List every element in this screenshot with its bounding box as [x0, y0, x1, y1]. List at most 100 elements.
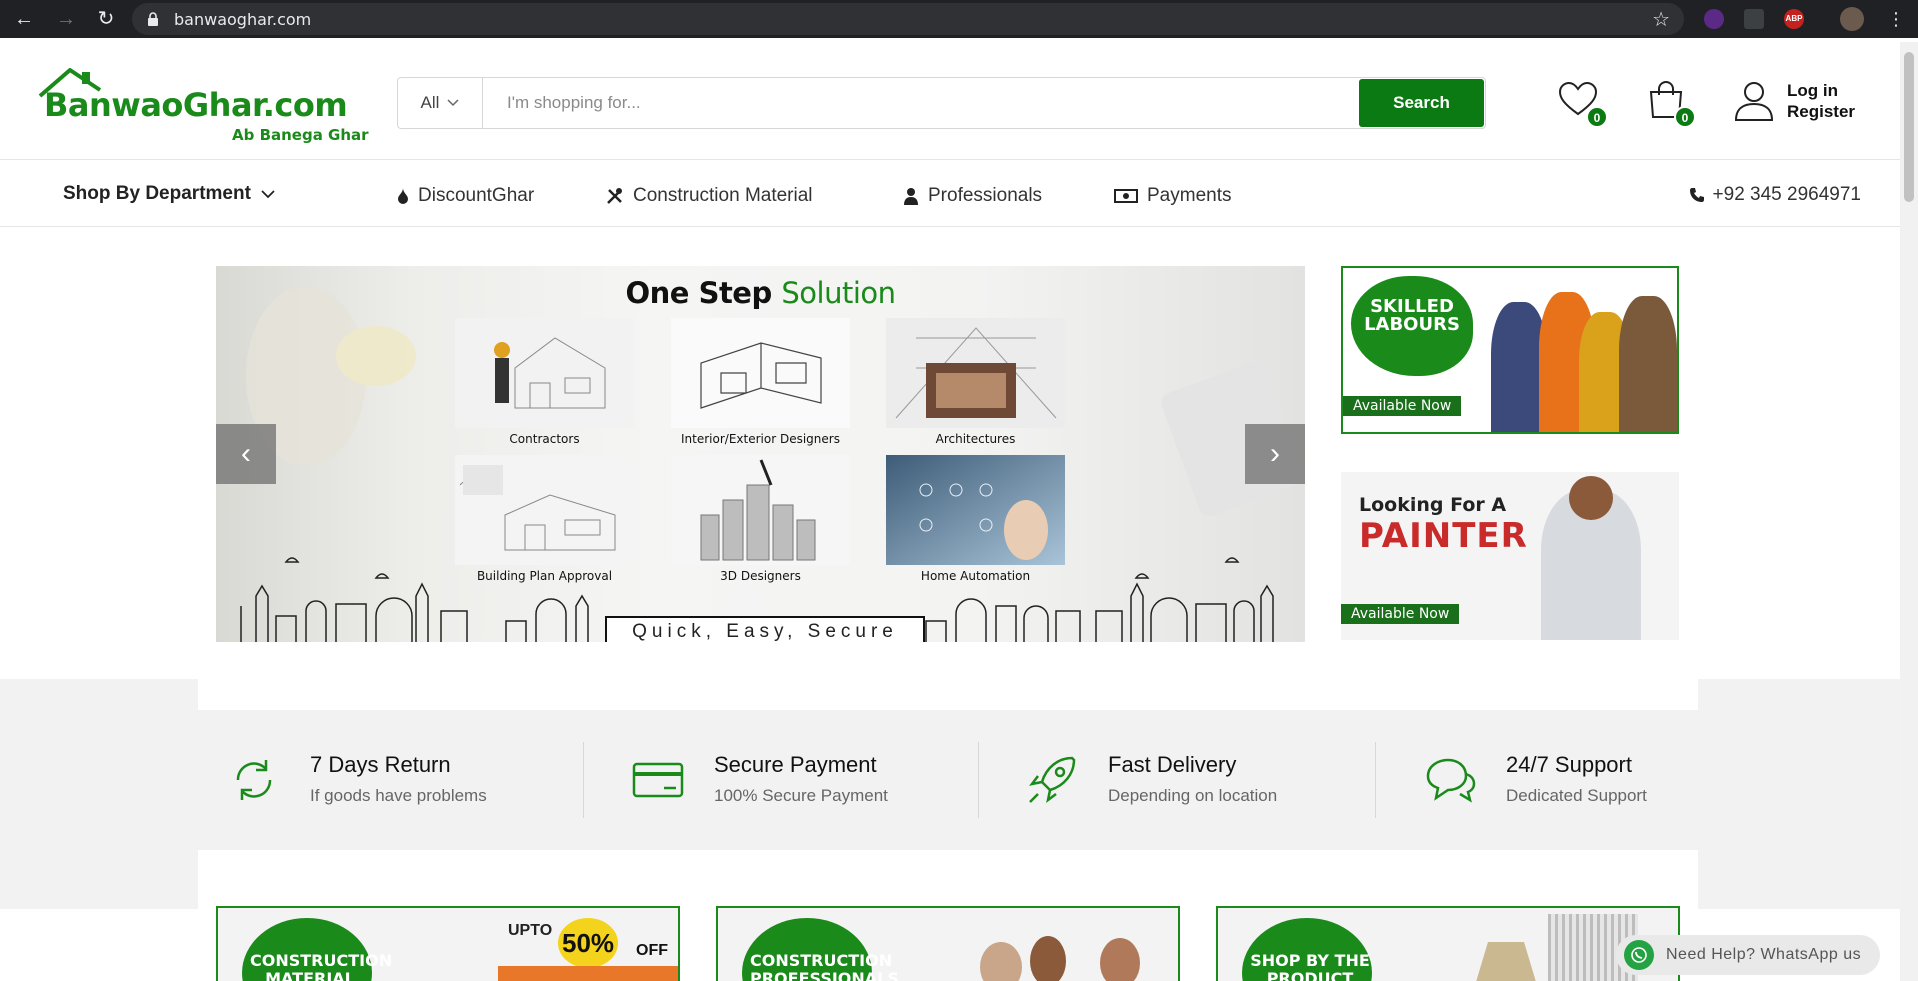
person-icon [904, 188, 918, 205]
service-tile-architectures[interactable]: Architectures [886, 318, 1065, 446]
nav-label: DiscountGhar [418, 185, 535, 206]
contact-phone[interactable]: +92 345 2964971 [1689, 184, 1861, 206]
profile-avatar[interactable] [1840, 7, 1864, 31]
person-image [980, 942, 1022, 981]
painter-line1: Looking For A [1359, 494, 1507, 516]
available-now-badge: Available Now [1343, 396, 1462, 416]
site-header: BanwaoGhar.com Ab Banega Ghar All Search… [0, 42, 1918, 160]
service-tile-building-plan-approval[interactable]: Building Plan Approval [455, 455, 634, 583]
url-text: banwaoghar.com [174, 10, 312, 29]
divider [1375, 742, 1376, 818]
features-strip: 7 Days Return If goods have problems Sec… [198, 710, 1698, 850]
money-icon [1114, 189, 1138, 203]
tile-image [886, 455, 1065, 565]
refresh-icon [236, 760, 272, 800]
tile-image [671, 455, 850, 565]
search-bar: All Search [397, 77, 1486, 129]
logo-text: BanwaoGhar.com [44, 86, 348, 124]
tile-image [886, 318, 1065, 428]
back-icon[interactable]: ← [12, 7, 36, 31]
service-tile-interior-exterior-designers[interactable]: Interior/Exterior Designers [671, 318, 850, 446]
promo-prefix: UPTO [508, 922, 553, 939]
person-image [1100, 938, 1140, 981]
slider-prev-button[interactable]: ‹ [216, 424, 276, 484]
tools-icon [607, 188, 622, 204]
search-category-label: All [420, 93, 440, 112]
search-button[interactable]: Search [1359, 79, 1484, 127]
logo-tagline: Ab Banega Ghar [232, 126, 369, 144]
login-link[interactable]: Log in [1787, 80, 1855, 101]
painter-line2: PAINTER [1359, 516, 1528, 556]
divider [978, 742, 979, 818]
wishlist-button[interactable]: 0 [1558, 80, 1608, 128]
service-tile-home-automation[interactable]: Home Automation [886, 455, 1065, 583]
card-title: CONSTRUCTION PROFESSIONALS [750, 951, 899, 981]
cart-count-badge: 0 [1674, 106, 1696, 128]
shop-by-department-menu[interactable]: Shop By Department [63, 183, 275, 205]
skilled-labours-banner[interactable]: SKILLED LABOURS Available Now [1341, 266, 1679, 434]
adblock-icon[interactable]: ABP [1784, 9, 1804, 29]
lock-icon [148, 12, 158, 26]
slider-next-button[interactable]: › [1245, 424, 1305, 484]
nav-label: Payments [1147, 185, 1232, 206]
department-label: Shop By Department [63, 183, 251, 204]
credit-card-icon [632, 762, 684, 798]
search-input[interactable] [483, 78, 1358, 128]
hero-title-green: Solution [781, 276, 896, 310]
page-scrollbar[interactable] [1900, 42, 1918, 981]
forward-icon[interactable]: → [54, 7, 78, 31]
divider [583, 742, 584, 818]
banner-title: SKILLED LABOURS [1364, 296, 1460, 335]
nav-label: Construction Material [633, 185, 813, 206]
nav-item-payments[interactable]: Payments [1114, 185, 1231, 207]
address-bar[interactable]: banwaoghar.com ☆ [132, 3, 1684, 35]
feature-title: 24/7 Support [1506, 752, 1632, 777]
tile-caption: Building Plan Approval [476, 569, 613, 583]
feature-title: 7 Days Return [310, 752, 451, 777]
register-link[interactable]: Register [1787, 101, 1855, 122]
service-tile-contractors[interactable]: Contractors [455, 318, 634, 446]
reload-icon[interactable]: ↻ [94, 7, 118, 31]
feature-title: Fast Delivery [1108, 752, 1237, 777]
cart-button[interactable]: 0 [1646, 80, 1696, 128]
site-logo[interactable]: BanwaoGhar.com Ab Banega Ghar [36, 66, 376, 146]
nav-item-discountghar[interactable]: DiscountGhar [397, 185, 534, 207]
hero-title: One Step Solution [216, 276, 1305, 310]
tile-caption: Interior/Exterior Designers [681, 432, 840, 446]
nav-item-construction-material[interactable]: Construction Material [606, 185, 813, 207]
tile-caption: Contractors [509, 432, 580, 446]
extension-icon[interactable] [1704, 9, 1724, 29]
phone-number: +92 345 2964971 [1712, 184, 1861, 205]
hero-title-bold: One Step [625, 276, 773, 310]
category-card-shop-by-product[interactable]: SHOP BY THE PRODUCT [1216, 906, 1680, 981]
user-icon[interactable] [1734, 80, 1774, 122]
content-container-top [198, 679, 1698, 710]
browser-toolbar: ← → ↻ banwaoghar.com ☆ ABP ⋮ [0, 0, 1918, 38]
tile-image [671, 318, 850, 428]
service-tile-3d-designers[interactable]: 3D Designers [671, 455, 850, 583]
painter-head [1569, 476, 1613, 520]
painter-banner[interactable]: Looking For A PAINTER Available Now [1341, 472, 1679, 640]
hero-tagline: Quick, Easy, Secure [605, 616, 925, 642]
category-card-construction-material[interactable]: CONSTRUCTION MATERIAL UPTO 50% OFF [216, 906, 680, 981]
chevron-down-icon [447, 99, 459, 107]
search-category-select[interactable]: All [398, 78, 483, 128]
whatsapp-help-button[interactable]: Need Help? WhatsApp us [1616, 935, 1880, 975]
feature-subtitle: Dedicated Support [1506, 786, 1647, 805]
tile-image [455, 318, 634, 428]
painter-line2-text: PAINTER [1359, 516, 1528, 556]
bookmark-star-icon[interactable]: ☆ [1652, 7, 1670, 32]
category-card-construction-professionals[interactable]: CONSTRUCTION PROFESSIONALS [716, 906, 1180, 981]
card-title: CONSTRUCTION MATERIAL [250, 951, 393, 981]
nav-item-professionals[interactable]: Professionals [903, 185, 1042, 207]
extension-icon[interactable] [1744, 9, 1764, 29]
menu-icon[interactable]: ⋮ [1884, 7, 1908, 31]
rocket-icon [1029, 756, 1076, 803]
feature-subtitle: Depending on location [1108, 786, 1278, 805]
scrollbar-thumb[interactable] [1904, 52, 1914, 202]
lamp-image [1476, 942, 1536, 981]
tile-caption: 3D Designers [720, 569, 801, 583]
promo-suffix: OFF [636, 942, 668, 959]
feature-subtitle: If goods have problems [310, 786, 487, 805]
tile-caption: Architectures [935, 432, 1016, 446]
